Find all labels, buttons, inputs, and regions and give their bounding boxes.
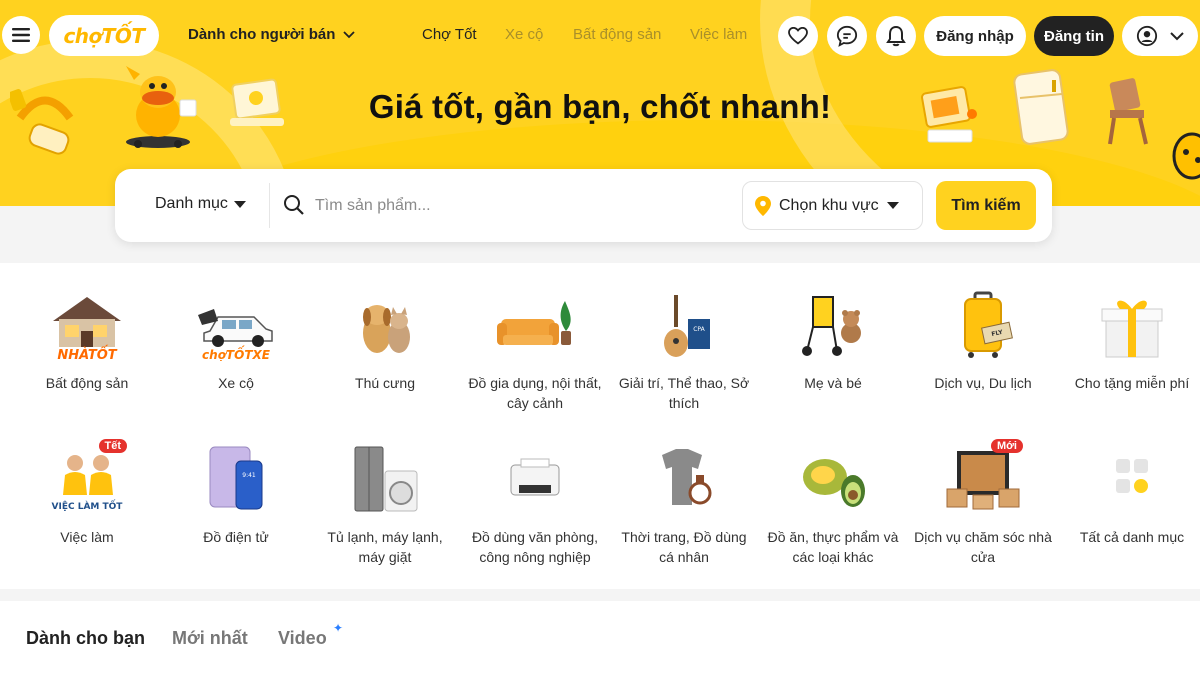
category-label: Mẹ và bé <box>804 375 862 391</box>
category-do-gia-dung[interactable]: Đồ gia dụng, nội thất, cây cảnh <box>460 291 610 413</box>
durian-avocado-icon <box>803 459 865 507</box>
tablet-phone-icon: 9:41 <box>209 446 263 510</box>
category-van-phong[interactable]: Đồ dùng văn phòng, công nông nghiệp <box>460 445 610 567</box>
nav-bat-dong-san[interactable]: Bất động sản <box>573 26 661 43</box>
category-thu-cung[interactable]: Thú cưng <box>310 291 460 393</box>
chevron-down-icon <box>1170 31 1184 40</box>
sticker-illustration <box>1172 132 1200 180</box>
category-dropdown-label: Danh mục <box>155 195 228 212</box>
search-input[interactable] <box>315 191 715 221</box>
location-pin-icon <box>755 195 771 216</box>
category-label: Dịch vụ chăm sóc nhà cửa <box>914 529 1052 565</box>
category-label: Thú cưng <box>355 375 415 391</box>
search-button[interactable]: Tìm kiếm <box>936 181 1036 230</box>
seller-menu-label: Dành cho người bán <box>188 26 336 43</box>
shirt-watch-icon <box>662 449 712 505</box>
category-thoi-trang[interactable]: Thời trang, Đồ dùng cá nhân <box>609 445 759 567</box>
caret-down-icon <box>233 200 246 208</box>
user-icon <box>1136 25 1158 47</box>
chat-button[interactable] <box>827 16 867 56</box>
category-label: Đồ ăn, thực phẩm và các loại khác <box>767 529 899 565</box>
category-label: Cho tặng miễn phí <box>1074 375 1190 391</box>
workers-icon: VIỆC LÀM TỐT <box>52 455 124 512</box>
category-giai-tri[interactable]: CPA Giải trí, Thể thao, Sở thích <box>609 291 759 413</box>
viec-lam-tot-brand: VIỆC LÀM TỐT <box>52 499 124 512</box>
hero-title: Giá tốt, gần bạn, chốt nhanh! <box>368 88 832 125</box>
car-icon: chợTỐTXE <box>198 309 273 362</box>
logo-text: chợTỐT <box>63 23 145 48</box>
heart-icon <box>788 27 808 45</box>
notifications-button[interactable] <box>876 16 916 56</box>
category-do-dien-tu[interactable]: 9:41 Đồ điện tử <box>161 445 311 547</box>
category-label: Đồ dùng văn phòng, công nông nghiệp <box>471 529 599 565</box>
luggage-icon: FLY <box>964 291 1013 358</box>
nha-tot-brand: NHÀTỐT <box>57 345 117 361</box>
category-xe-co[interactable]: chợTỐTXE Xe cộ <box>161 291 311 393</box>
chevron-down-icon <box>343 30 355 38</box>
nav-cho-tot[interactable]: Chợ Tốt <box>422 26 477 43</box>
seller-menu[interactable]: Dành cho người bán <box>188 26 355 43</box>
category-label: Tất cả danh mục <box>1079 529 1185 545</box>
category-label: Xe cộ <box>218 375 254 391</box>
sofa-icon <box>497 301 571 345</box>
category-label: Việc làm <box>60 529 114 545</box>
post-ad-button[interactable]: Đăng tin <box>1034 16 1114 56</box>
category-grid: NHÀTỐT Bất động sản chợTỐTXE Xe cộ Thú c… <box>0 263 1200 589</box>
category-label: Đồ điện tử <box>203 529 269 545</box>
category-label: Tủ lạnh, máy lạnh, máy giặt <box>327 529 443 565</box>
login-button[interactable]: Đăng nhập <box>924 16 1026 56</box>
stroller-icon <box>802 296 861 356</box>
printer-icon <box>510 458 560 496</box>
favorites-button[interactable] <box>778 16 818 56</box>
category-dich-vu-du-lich[interactable]: FLY Dịch vụ, Du lịch <box>908 291 1058 393</box>
category-me-va-be[interactable]: Mẹ và bé <box>758 291 908 393</box>
search-bar: Danh mục Chọn khu vực Tìm kiếm <box>115 169 1052 242</box>
grid-icon <box>1116 459 1148 493</box>
caret-down-icon <box>886 202 899 209</box>
nav-xe-co[interactable]: Xe cộ <box>505 26 543 43</box>
tab-video[interactable]: Video <box>278 628 327 649</box>
pets-icon <box>363 305 410 353</box>
search-icon <box>284 195 304 215</box>
nav-viec-lam[interactable]: Việc làm <box>690 26 747 43</box>
svg-text:9:41: 9:41 <box>242 472 256 479</box>
region-select[interactable]: Chọn khu vực <box>742 181 923 230</box>
category-bat-dong-san[interactable]: NHÀTỐT Bất động sản <box>12 291 162 393</box>
category-tat-ca[interactable]: Tất cả danh mục <box>1057 445 1200 547</box>
gift-icon <box>1101 300 1163 358</box>
new-badge: Mới <box>990 439 1023 453</box>
tet-badge: Tết <box>98 439 127 453</box>
category-dropdown[interactable]: Danh mục <box>155 195 246 213</box>
tab-moi-nhat[interactable]: Mới nhất <box>172 628 248 649</box>
guitar-icon: CPA <box>664 295 710 357</box>
menu-button[interactable] <box>2 16 40 54</box>
feed-tabs: Dành cho bạn Mới nhất Video ✦ <box>0 601 1200 675</box>
search-divider <box>269 183 270 228</box>
tab-danh-cho-ban[interactable]: Dành cho bạn <box>26 628 145 649</box>
moving-truck-icon <box>946 451 1020 510</box>
fridge-washer-icon <box>354 446 418 512</box>
category-tu-lanh[interactable]: Tủ lạnh, máy lạnh, máy giặt <box>310 445 460 567</box>
category-label: Dịch vụ, Du lịch <box>934 375 1032 391</box>
svg-text:CPA: CPA <box>693 326 705 333</box>
bell-icon <box>886 25 906 47</box>
category-label: Thời trang, Đồ dùng cá nhân <box>621 529 747 565</box>
house-icon: NHÀTỐT <box>53 297 121 363</box>
category-do-an[interactable]: Đồ ăn, thực phẩm và các loại khác <box>758 445 908 567</box>
category-dich-vu-nha-cua[interactable]: Mới Dịch vụ chăm sóc nhà cửa <box>908 439 1058 567</box>
category-label: Giải trí, Thể thao, Sở thích <box>618 375 750 411</box>
cho-tot-xe-brand: chợTỐTXE <box>202 345 271 361</box>
account-menu-button[interactable] <box>1122 16 1198 56</box>
cho-tot-logo[interactable]: chợTỐT <box>49 15 159 56</box>
top-navigation: chợTỐT Dành cho người bán Chợ Tốt Xe cộ … <box>0 4 1200 66</box>
sparkle-icon: ✦ <box>333 621 344 635</box>
category-label: Đồ gia dụng, nội thất, cây cảnh <box>468 375 602 411</box>
category-cho-tang[interactable]: Cho tặng miễn phí <box>1057 291 1200 393</box>
region-select-label: Chọn khu vực <box>779 196 879 214</box>
category-viec-lam[interactable]: VIỆC LÀM TỐT Tết Việc làm <box>12 439 162 547</box>
category-label: Bất động sản <box>45 375 129 391</box>
chat-icon <box>836 25 858 47</box>
hamburger-icon <box>12 28 30 42</box>
